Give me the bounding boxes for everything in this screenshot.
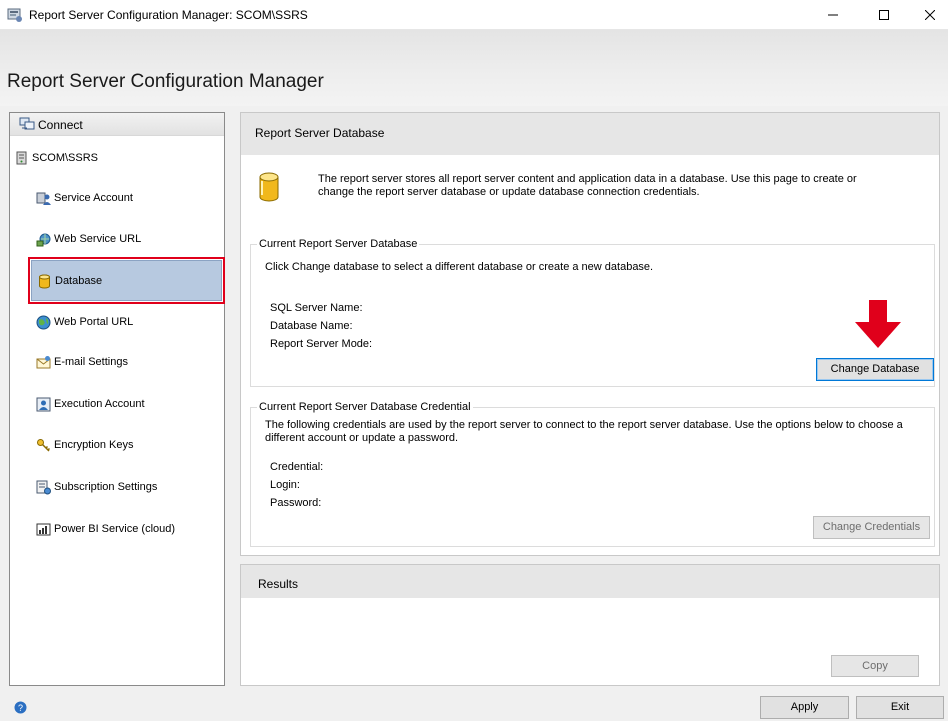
database-large-icon [259, 172, 279, 202]
results-panel: Results Copy [240, 564, 940, 686]
sidebar-item-execution-account[interactable]: Execution Account [31, 384, 222, 425]
database-name-label: Database Name: [270, 320, 353, 332]
sidebar-item-label: Web Service URL [54, 233, 142, 245]
sidebar-item-label: Encryption Keys [54, 439, 134, 451]
sidebar-item-web-portal-url[interactable]: Web Portal URL [31, 302, 222, 343]
app-icon [7, 8, 22, 22]
panel-description: The report server stores all report serv… [318, 173, 918, 199]
description-line: change the report server database or upd… [318, 186, 700, 198]
execution-account-icon [36, 397, 51, 412]
apply-button[interactable]: Apply [760, 696, 849, 719]
change-credentials-button[interactable]: Change Credentials [813, 516, 930, 539]
exit-button[interactable]: Exit [856, 696, 944, 719]
globe-icon [36, 315, 51, 330]
sidebar-item-service-account[interactable]: Service Account [31, 178, 222, 219]
copy-button[interactable]: Copy [831, 655, 919, 677]
report-server-mode-label: Report Server Mode: [270, 338, 373, 350]
page-title: Report Server Configuration Manager [7, 71, 324, 92]
sql-server-name-label: SQL Server Name: [270, 302, 363, 314]
connect-icon [19, 117, 35, 130]
maximize-button[interactable] [861, 0, 907, 30]
sidebar-item-label: E-mail Settings [54, 356, 128, 368]
login-label: Login: [270, 479, 300, 491]
server-icon [16, 151, 27, 165]
navigation-pane: Connect SCOM\SSRS Service Account Web Se… [9, 112, 225, 686]
help-icon[interactable]: ? [14, 701, 27, 714]
minimize-icon [828, 14, 838, 16]
sidebar-item-label: Power BI Service (cloud) [54, 523, 176, 535]
sidebar-item-label: Web Portal URL [54, 316, 134, 328]
minimize-button[interactable] [810, 0, 856, 30]
power-bi-icon [36, 523, 51, 536]
change-database-button[interactable]: Change Database [816, 358, 934, 381]
sidebar-item-label: Execution Account [54, 398, 145, 410]
sidebar-item-database[interactable]: Database [28, 257, 225, 304]
sidebar-item-power-bi-service[interactable]: Power BI Service (cloud) [31, 509, 222, 550]
web-service-url-icon [36, 233, 51, 247]
close-icon [925, 10, 935, 20]
server-name: SCOM\SSRS [32, 152, 99, 164]
sidebar-item-subscription-settings[interactable]: Subscription Settings [31, 467, 222, 508]
window-title: Report Server Configuration Manager: SCO… [29, 8, 308, 22]
panel-title: Report Server Database [255, 126, 385, 140]
header-band: Report Server Configuration Manager [0, 30, 948, 106]
sidebar-item-encryption-keys[interactable]: Encryption Keys [31, 425, 222, 466]
panel-header: Report Server Database [241, 113, 939, 155]
credential-label: Credential: [270, 461, 324, 473]
results-header: Results [241, 565, 939, 598]
close-button[interactable] [907, 0, 948, 30]
sidebar-item-email-settings[interactable]: E-mail Settings [31, 342, 222, 383]
database-icon [39, 274, 50, 289]
title-bar: Report Server Configuration Manager: SCO… [0, 0, 948, 30]
password-label: Password: [270, 497, 322, 509]
group-legend: Current Report Server Database Credentia… [257, 401, 473, 413]
service-account-icon [36, 192, 51, 205]
red-arrow-down-icon [855, 300, 901, 348]
maximize-icon [879, 10, 889, 20]
svg-text:?: ? [18, 703, 23, 713]
database-credential-group: Current Report Server Database Credentia… [250, 401, 935, 547]
credential-description-line: The following credentials are used by th… [265, 419, 903, 431]
credential-description-line: different account or update a password. [265, 432, 459, 444]
description-line: The report server stores all report serv… [318, 173, 857, 185]
sidebar-item-label: Database [55, 275, 103, 287]
sidebar-item-label: Subscription Settings [54, 481, 158, 493]
keys-icon [37, 439, 51, 452]
current-database-group: Current Report Server Database Click Cha… [250, 238, 935, 387]
email-icon [36, 356, 51, 369]
sidebar-item-label: Service Account [54, 192, 133, 204]
report-server-database-panel: Report Server Database The report server… [240, 112, 940, 556]
subscription-icon [36, 480, 51, 495]
group-legend: Current Report Server Database [257, 238, 420, 250]
change-database-instruction: Click Change database to select a differ… [265, 261, 654, 273]
results-title: Results [258, 577, 299, 591]
connect-button[interactable]: Connect [10, 113, 224, 136]
sidebar-item-web-service-url[interactable]: Web Service URL [31, 219, 222, 260]
connect-label: Connect [38, 118, 83, 132]
